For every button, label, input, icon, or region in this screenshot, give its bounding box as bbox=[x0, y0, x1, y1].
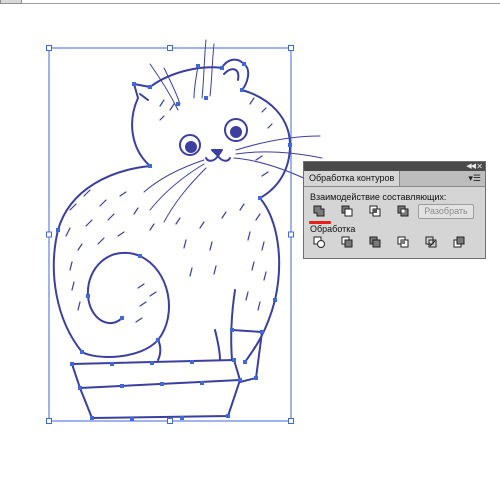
trim-button[interactable] bbox=[339, 235, 355, 249]
cat-artwork[interactable] bbox=[52, 58, 291, 419]
unite-button[interactable] bbox=[311, 204, 327, 218]
resize-handle-right[interactable] bbox=[288, 231, 294, 238]
merge-icon bbox=[369, 236, 381, 248]
panel-header-bar[interactable]: ◀◀ ✕ bbox=[304, 162, 485, 171]
panel-title: Обработка контуров bbox=[309, 173, 395, 183]
merge-button[interactable] bbox=[367, 235, 383, 249]
crop-button[interactable] bbox=[395, 235, 411, 249]
divide-button[interactable] bbox=[311, 235, 327, 249]
panel-menu-icon[interactable]: ▾☰ bbox=[468, 172, 481, 185]
minus-back-icon bbox=[453, 236, 465, 248]
exclude-icon bbox=[397, 205, 409, 217]
tab-pathfinder[interactable]: Обработка контуров bbox=[304, 171, 401, 186]
outline-icon bbox=[425, 236, 437, 248]
crop-icon bbox=[397, 236, 409, 248]
shape-modes-label: Взаимодействие составляющих: bbox=[310, 192, 447, 202]
trim-icon bbox=[341, 236, 353, 248]
expand-button[interactable]: Разобрать bbox=[418, 204, 474, 219]
unite-icon bbox=[313, 205, 325, 217]
close-panel-icon[interactable]: ✕ bbox=[476, 162, 483, 171]
resize-handle-left[interactable] bbox=[46, 231, 52, 238]
pathfinders-label: Обработка bbox=[310, 224, 356, 234]
intersect-button[interactable] bbox=[367, 204, 383, 218]
intersect-icon bbox=[369, 205, 381, 217]
selection-bounding-box[interactable] bbox=[46, 45, 294, 424]
minus-front-icon bbox=[341, 205, 353, 217]
resize-handle-bottom-left[interactable] bbox=[46, 418, 52, 424]
resize-handle-top-left[interactable] bbox=[46, 45, 52, 51]
panel-tab-bar: Обработка контуров ▾☰ bbox=[304, 171, 485, 187]
divide-icon bbox=[313, 236, 325, 248]
minus-back-button[interactable] bbox=[451, 235, 467, 249]
resize-handle-bottom[interactable] bbox=[167, 418, 173, 424]
resize-handle-top[interactable] bbox=[167, 45, 173, 51]
resize-handle-bottom-right[interactable] bbox=[288, 418, 294, 424]
minus-front-button[interactable] bbox=[339, 204, 355, 218]
exclude-button[interactable] bbox=[395, 204, 411, 218]
outline-button[interactable] bbox=[423, 235, 439, 249]
collapse-panel-icon[interactable]: ◀◀ bbox=[466, 162, 476, 171]
resize-handle-top-right[interactable] bbox=[288, 45, 294, 51]
pathfinder-panel: ◀◀ ✕ Обработка контуров ▾☰ Взаимодействи… bbox=[303, 161, 486, 259]
